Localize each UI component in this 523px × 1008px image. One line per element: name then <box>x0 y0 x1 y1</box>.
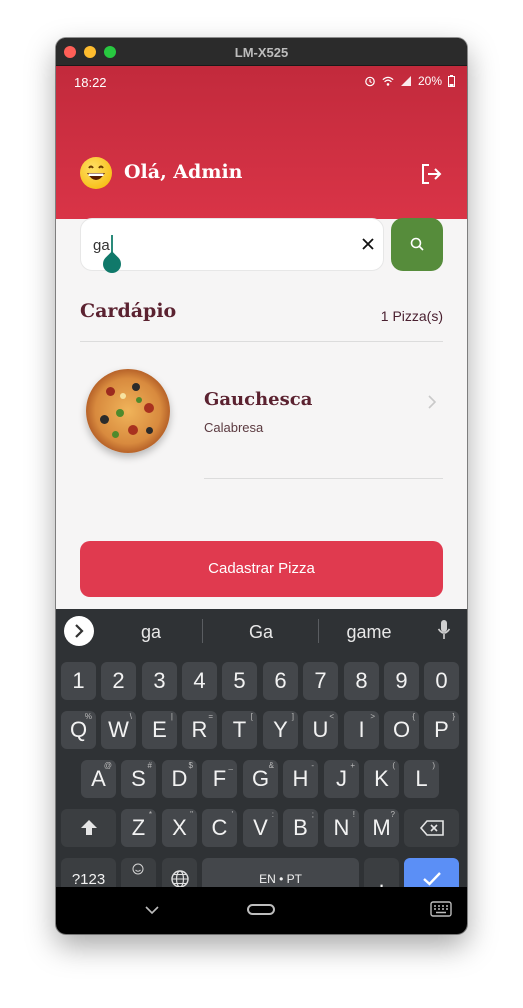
key-u[interactable]: < U <box>303 711 338 749</box>
suggestion-bar: ga Ga game <box>56 609 467 653</box>
suggestion-separator <box>318 619 319 643</box>
key-3[interactable]: 3 <box>142 662 177 700</box>
key-p[interactable]: } P <box>424 711 459 749</box>
clear-icon[interactable] <box>361 237 375 251</box>
search-icon <box>410 237 424 251</box>
key-2[interactable]: 2 <box>101 662 136 700</box>
key-k[interactable]: (K <box>364 760 399 798</box>
app-header: 18:22 20% Olá, Admin <box>56 66 467 219</box>
key-g[interactable]: & G <box>243 760 278 798</box>
key-w[interactable]: \ W <box>101 711 136 749</box>
suggestion-separator <box>202 619 203 643</box>
backspace-key[interactable] <box>404 809 459 847</box>
suggestion-2[interactable]: Ga <box>226 622 296 643</box>
status-icons: 20% <box>364 74 455 88</box>
home-pill[interactable] <box>247 904 275 915</box>
back-chevron-icon[interactable] <box>144 905 160 915</box>
grinning-face-icon <box>80 157 112 189</box>
check-icon <box>422 872 441 886</box>
key-q[interactable]: % Q <box>61 711 96 749</box>
key-v[interactable]: :V <box>243 809 278 847</box>
key-9[interactable]: 9 <box>384 662 419 700</box>
keyboard-switch-icon[interactable] <box>430 901 452 917</box>
key-f[interactable]: _ F <box>202 760 237 798</box>
key-4[interactable]: 4 <box>182 662 217 700</box>
chevron-right-icon <box>428 395 437 409</box>
emoji-icon <box>132 863 144 875</box>
key-a[interactable]: @ A <box>81 760 116 798</box>
key-l[interactable]: ) L <box>404 760 439 798</box>
key-c[interactable]: ' C <box>202 809 237 847</box>
suggestion-1[interactable]: ga <box>116 622 186 643</box>
register-pizza-button[interactable]: Cadastrar Pizza <box>80 541 443 597</box>
key-j[interactable]: + J <box>324 760 359 798</box>
battery-percent: 20% <box>417 74 442 88</box>
key-h[interactable]: -H <box>283 760 318 798</box>
alarm-icon <box>365 76 375 87</box>
shift-key[interactable] <box>61 809 116 847</box>
device-window: LM-X525 18:22 20% Olá, Admin ga Cardápio… <box>56 38 467 934</box>
signal-icon <box>400 76 411 86</box>
key-5[interactable]: 5 <box>222 662 257 700</box>
key-d[interactable]: $ D <box>162 760 197 798</box>
suggestion-3[interactable]: game <box>334 622 404 643</box>
backspace-icon <box>419 820 444 836</box>
search-field[interactable]: ga <box>80 218 384 277</box>
pizza-image <box>86 369 170 453</box>
pizza-count: 1 Pizza(s) <box>380 308 443 324</box>
system-navigation-bar <box>56 887 467 934</box>
window-title: LM-X525 <box>234 45 289 60</box>
battery-icon <box>448 75 455 87</box>
key-7[interactable]: 7 <box>303 662 338 700</box>
shift-icon <box>80 820 97 835</box>
key-t[interactable]: [T <box>222 711 257 749</box>
key-i[interactable]: > I <box>344 711 379 749</box>
search-input[interactable]: ga <box>93 237 110 254</box>
key-b[interactable]: ; B <box>283 809 318 847</box>
key-z[interactable]: * Z <box>121 809 156 847</box>
logout-icon[interactable] <box>419 162 443 186</box>
key-r[interactable]: = R <box>182 711 217 749</box>
key-s[interactable]: # S <box>121 760 156 798</box>
soft-keyboard: ga Ga game 1 2 3 4 5 6 7 8 9 0 % Q \ W |… <box>56 609 467 915</box>
key-1[interactable]: 1 <box>61 662 96 700</box>
microphone-icon[interactable] <box>437 619 451 641</box>
chevron-right-icon <box>75 624 84 638</box>
menu-divider <box>80 341 443 342</box>
greeting-text: Olá, Admin <box>124 161 243 183</box>
key-o[interactable]: {O <box>384 711 419 749</box>
status-time: 18:22 <box>74 75 107 90</box>
item-divider <box>204 478 443 479</box>
key-x[interactable]: " X <box>162 809 197 847</box>
key-0[interactable]: 0 <box>424 662 459 700</box>
search-button[interactable] <box>391 218 443 271</box>
expand-toolbar-button[interactable] <box>64 616 94 646</box>
menu-title: Cardápio <box>80 300 177 322</box>
key-e[interactable]: | E <box>142 711 177 749</box>
key-n[interactable]: ! N <box>324 809 359 847</box>
cursor-handle[interactable] <box>99 251 125 277</box>
app-screen: 18:22 20% Olá, Admin ga Cardápio 1 Pizza… <box>56 66 467 934</box>
key-y[interactable]: ] Y <box>263 711 298 749</box>
pizza-name: Gauchesca <box>204 389 313 410</box>
key-m[interactable]: ? M <box>364 809 399 847</box>
pizza-description: Calabresa <box>204 420 264 435</box>
key-6[interactable]: 6 <box>263 662 298 700</box>
wifi-icon <box>382 76 394 86</box>
key-8[interactable]: 8 <box>344 662 379 700</box>
globe-icon <box>170 870 189 888</box>
title-bar: LM-X525 <box>56 38 467 66</box>
